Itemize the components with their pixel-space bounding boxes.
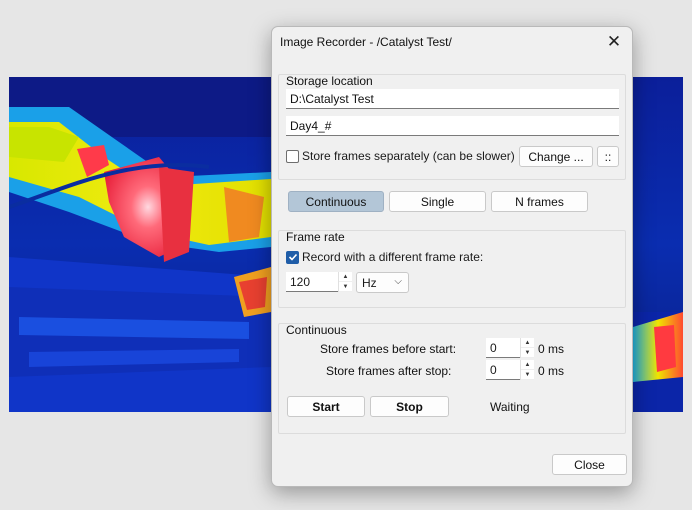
recording-status: Waiting [490,400,530,414]
change-button[interactable]: Change ... [519,146,593,167]
frame-rate-stepper[interactable]: ▲ ▼ [338,272,352,292]
close-button[interactable]: Close [552,454,627,475]
mode-single-button[interactable]: Single [389,191,486,212]
continuous-title: Continuous [286,323,347,337]
chevron-down-icon: ⌵ [394,276,402,287]
store-separately-checkbox[interactable]: Store frames separately (can be slower) [286,149,515,163]
filename-pattern-field[interactable] [286,116,619,136]
frames-after-stop-label: Store frames after stop: [326,364,452,378]
spin-down-icon[interactable]: ▼ [521,370,534,380]
frame-rate-title: Frame rate [286,230,345,244]
frame-rate-spinbox[interactable]: 120 ▲ ▼ [286,272,352,292]
spin-up-icon[interactable]: ▲ [339,272,352,282]
checkmark-icon [288,253,297,261]
different-frame-rate-checkbox[interactable]: Record with a different frame rate: [286,250,483,264]
frames-before-start-spinbox[interactable]: 0 ▲ ▼ [486,338,534,358]
frames-after-stop-unit: 0 ms [538,364,565,378]
frame-rate-unit-value: Hz [362,276,377,290]
spin-up-icon[interactable]: ▲ [521,360,534,370]
mode-n-frames-button[interactable]: N frames [491,191,588,212]
start-button[interactable]: Start [287,396,365,417]
frame-rate-value: 120 [290,275,311,289]
spin-up-icon[interactable]: ▲ [521,338,534,348]
stop-button[interactable]: Stop [370,396,449,417]
frame-rate-unit-select[interactable]: Hz ⌵ [356,272,409,293]
different-frame-rate-label: Record with a different frame rate: [302,250,484,264]
frames-after-stop-stepper[interactable]: ▲ ▼ [520,360,534,380]
spin-down-icon[interactable]: ▼ [521,348,534,358]
different-frame-rate-box[interactable] [286,250,299,264]
frames-after-stop-spinbox[interactable]: 0 ▲ ▼ [486,360,534,380]
continuous-group: Continuous [278,323,626,434]
frames-before-start-unit: 0 ms [538,342,565,356]
title-bar[interactable]: Image Recorder - /Catalyst Test/ [272,27,632,57]
close-icon[interactable]: ✕ [602,31,626,53]
store-separately-label: Store frames separately (can be slower) [302,149,515,163]
frames-after-stop-value: 0 [490,363,497,377]
frames-before-start-label: Store frames before start: [320,342,457,356]
spin-down-icon[interactable]: ▼ [339,282,352,292]
frames-before-start-value: 0 [490,341,497,355]
frame-rate-group: Frame rate [278,230,626,308]
more-options-button[interactable]: :: [597,146,619,167]
mode-continuous-button[interactable]: Continuous [288,191,384,212]
storage-path-field[interactable] [286,89,619,109]
frames-before-start-stepper[interactable]: ▲ ▼ [520,338,534,358]
window-title: Image Recorder - /Catalyst Test/ [280,35,452,49]
image-recorder-dialog: Image Recorder - /Catalyst Test/ ✕ Stora… [271,26,633,487]
store-separately-box[interactable] [286,149,299,163]
storage-location-title: Storage location [286,74,373,88]
